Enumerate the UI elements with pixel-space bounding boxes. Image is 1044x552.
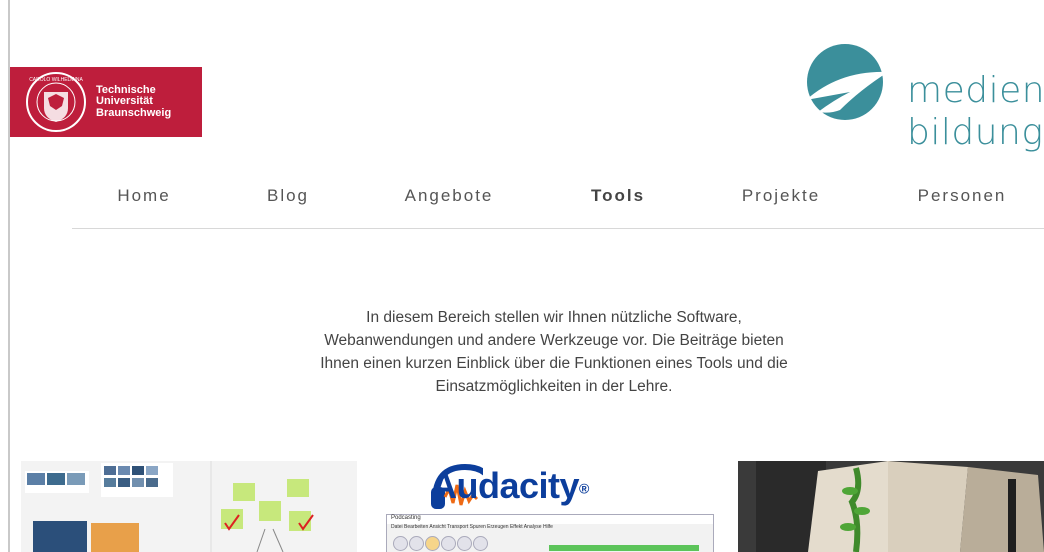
nav-item-blog[interactable]: Blog <box>267 186 309 206</box>
tool-card-board-thumbnail[interactable] <box>21 461 357 552</box>
intro-line: Webanwendungen und andere Werkzeuge vor.… <box>324 332 784 349</box>
tool-card-audacity-thumbnail[interactable]: Audacity® Podcasting Datei Bearbeiten An… <box>383 461 717 552</box>
tool-card-photo-thumbnail[interactable] <box>738 461 1044 552</box>
audacity-window-screenshot: Podcasting Datei Bearbeiten Ansicht Tran… <box>386 514 714 552</box>
audacity-logo-text: Audacity® <box>431 465 589 507</box>
audacity-skip-start-icon <box>441 536 456 551</box>
intro-text: In diesem Bereich stellen wir Ihnen nütz… <box>284 306 824 398</box>
collaboration-board-image <box>21 461 357 552</box>
nav-item-projekte[interactable]: Projekte <box>742 186 820 206</box>
audacity-skip-end-icon <box>457 536 472 551</box>
audacity-record-icon <box>473 536 488 551</box>
main-navigation: Home Blog Angebote Tools Projekte Person… <box>0 186 1044 214</box>
nav-item-personen[interactable]: Personen <box>918 186 1007 206</box>
audacity-title: Audacity <box>431 465 580 506</box>
medienbildung-logo[interactable]: medien bildung <box>800 38 1044 151</box>
audacity-pause-icon <box>393 536 408 551</box>
tu-wordmark: Technische Universität Braunschweig <box>96 84 172 120</box>
tu-seal-icon: CAROLO WILHELMINA <box>26 72 86 132</box>
audacity-window-title: Podcasting <box>387 515 713 524</box>
audacity-trademark: ® <box>579 480 589 497</box>
tu-wordmark-line3: Braunschweig <box>96 106 172 119</box>
intro-line: Ihnen einen kurzen Einblick über die Fun… <box>320 355 788 372</box>
intro-line: In diesem Bereich stellen wir Ihnen nütz… <box>366 309 742 326</box>
medienbildung-mark-icon <box>806 44 888 120</box>
audacity-play-icon <box>409 536 424 551</box>
plant-photo-image <box>738 461 1044 552</box>
nav-item-tools[interactable]: Tools <box>591 186 645 206</box>
nav-divider <box>72 228 1044 229</box>
medienbildung-word-medien: medien <box>907 70 1044 111</box>
tu-braunschweig-logo[interactable]: CAROLO WILHELMINA Technische Universität… <box>10 67 202 137</box>
nav-item-home[interactable]: Home <box>117 186 170 206</box>
nav-item-angebote[interactable]: Angebote <box>405 186 494 206</box>
medienbildung-word-bildung: bildung <box>907 112 1044 153</box>
audacity-level-meter <box>549 545 699 551</box>
svg-text:CAROLO WILHELMINA: CAROLO WILHELMINA <box>29 77 83 83</box>
intro-line: Einsatzmöglichkeiten in der Lehre. <box>435 378 673 395</box>
audacity-stop-icon <box>425 536 440 551</box>
audacity-menu-bar: Datei Bearbeiten Ansicht Transport Spure… <box>391 524 553 530</box>
